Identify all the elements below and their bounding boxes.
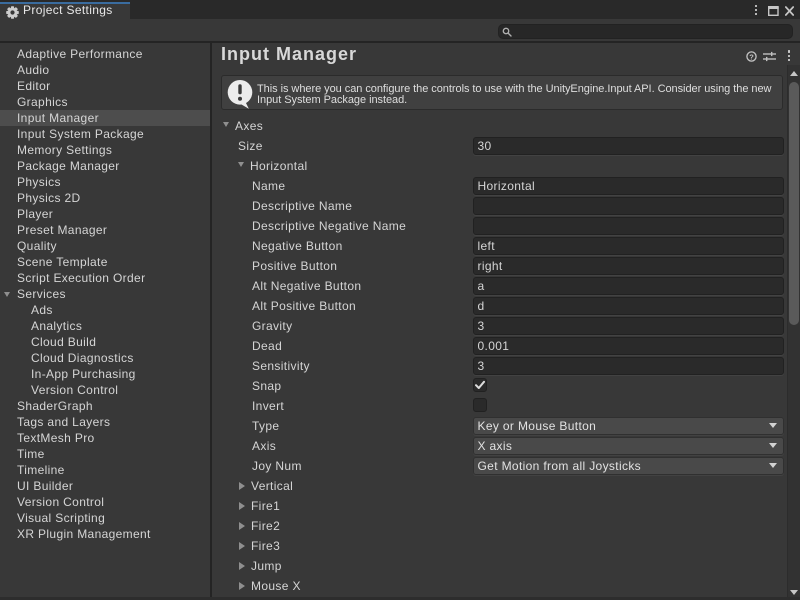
svg-text:?: ?: [749, 52, 754, 61]
